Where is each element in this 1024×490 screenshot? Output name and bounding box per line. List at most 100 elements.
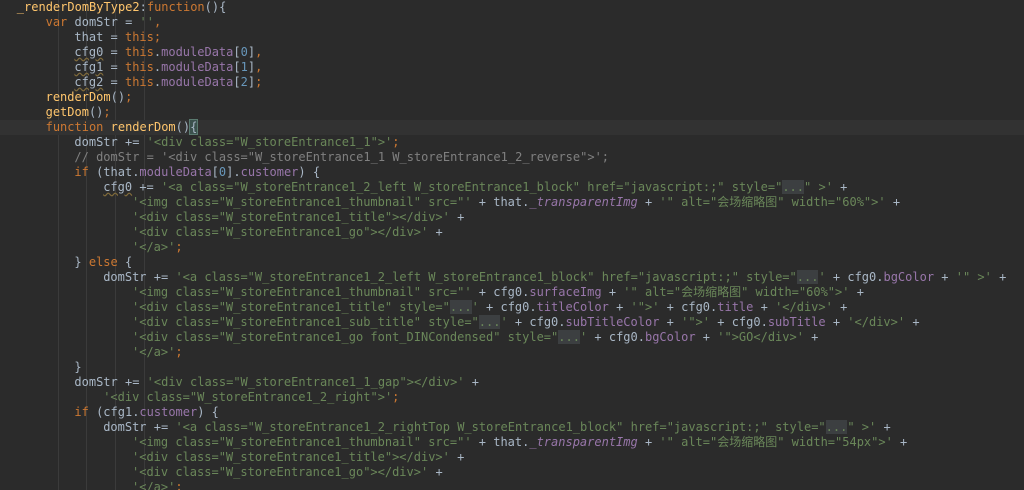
code-token: [ [211, 165, 219, 179]
code-line[interactable]: _renderDomByType2:function(){ [0, 0, 1024, 15]
code-token: + [934, 270, 956, 284]
code-line[interactable]: domStr += '<a class="W_storeEntrance1_2_… [0, 420, 1024, 435]
code-token: titleColor [536, 300, 609, 314]
code-token: function [146, 0, 205, 14]
code-token: '">' [630, 300, 660, 314]
code-token: += [132, 180, 161, 194]
code-line[interactable]: // domStr = '<div class="W_storeEntrance… [0, 150, 1024, 165]
code-line[interactable]: } [0, 360, 1024, 375]
code-token: bgColor [883, 270, 935, 284]
code-token: " >' [804, 180, 833, 194]
code-token: moduleData [161, 60, 234, 74]
code-token: '<img class="W_storeEntrance1_thumbnail"… [132, 285, 472, 299]
code-token: '</a>' [132, 240, 176, 254]
code-token: getDom [45, 105, 89, 119]
code-token: + [637, 435, 660, 449]
code-token: , [255, 45, 263, 59]
code-token: + [803, 330, 819, 344]
code-token: ; [175, 345, 183, 359]
code-token: + [991, 270, 1007, 284]
code-token: '<a class="W_storeEntrance1_2_rightTop W… [175, 420, 826, 434]
code-token: = [103, 75, 125, 89]
code-line[interactable]: '<img class="W_storeEntrance1_thumbnail"… [0, 195, 1024, 210]
code-token: '</a>' [132, 480, 176, 490]
code-line[interactable]: '<div class="W_storeEntrance1_title" sty… [0, 300, 1024, 315]
code-line[interactable]: if (cfg1.customer) { [0, 405, 1024, 420]
code-token: ; [103, 105, 111, 119]
code-token: '" alt="会场缩略图" width="54px">' [659, 435, 893, 449]
code-line[interactable]: cfg0 = this.moduleData[0], [0, 45, 1024, 60]
code-token: () [88, 105, 104, 119]
code-token: cfg0 [74, 45, 104, 59]
code-line[interactable]: '<div class="W_storeEntrance1_title"></d… [0, 210, 1024, 225]
code-token: if [74, 405, 89, 419]
code-line[interactable]: getDom(); [0, 105, 1024, 120]
code-token: domStr += [103, 420, 176, 434]
code-token: '<a class="W_storeEntrance1_2_left W_sto… [161, 180, 783, 194]
code-token: '<img class="W_storeEntrance1_thumbnail"… [132, 195, 472, 209]
code-line[interactable]: '<div class="W_storeEntrance1_go"></div>… [0, 465, 1024, 480]
code-token: '<div class="W_storeEntrance1_go"></div>… [132, 225, 429, 239]
code-line[interactable]: } else { [0, 255, 1024, 270]
code-token: '<div class="W_storeEntrance1_1">' [146, 135, 393, 149]
code-token: ] [247, 45, 256, 59]
code-token: '<div class="W_storeEntrance1_title" sty… [132, 300, 450, 314]
code-token: + [449, 450, 465, 464]
code-token: ' [818, 270, 826, 284]
code-token: '">' [681, 315, 711, 329]
code-token: (cfg1. [88, 405, 140, 419]
code-token: + [832, 180, 848, 194]
code-token: _transparentImg [529, 195, 638, 209]
code-line[interactable]: var domStr = '', [0, 15, 1024, 30]
code-token: _renderDomByType2 [16, 0, 140, 14]
code-token: '</div>' [847, 315, 906, 329]
code-line[interactable]: if (that.moduleData[0].customer) { [0, 165, 1024, 180]
code-token: var [45, 15, 68, 29]
code-token: renderDom [45, 90, 111, 104]
code-token: + [428, 225, 443, 239]
code-token: customer [139, 405, 198, 419]
code-token: cfg2 [74, 75, 104, 89]
code-line[interactable]: '<img class="W_storeEntrance1_thumbnail"… [0, 435, 1024, 450]
code-token: '<div class="W_storeEntrance1_1_gap"></d… [146, 375, 465, 389]
code-line[interactable]: '<div class="W_storeEntrance1_go"></div>… [0, 225, 1024, 240]
code-token: + [832, 300, 848, 314]
code-token: + that. [471, 195, 530, 209]
code-line[interactable]: domStr += '<div class="W_storeEntrance1_… [0, 135, 1024, 150]
code-line[interactable]: domStr += '<a class="W_storeEntrance1_2_… [0, 270, 1024, 285]
code-line[interactable]: '</a>'; [0, 480, 1024, 490]
code-token: if [74, 165, 89, 179]
code-token: domStr += [74, 135, 147, 149]
code-line[interactable]: '</a>'; [0, 345, 1024, 360]
code-line[interactable]: '<div class="W_storeEntrance1_sub_title"… [0, 315, 1024, 330]
code-token: ... [478, 315, 501, 329]
code-line[interactable]: '<div class="W_storeEntrance1_2_right">'… [0, 390, 1024, 405]
code-token: ; [175, 240, 183, 254]
code-token: + [659, 315, 682, 329]
code-line[interactable]: '</a>'; [0, 240, 1024, 255]
code-line[interactable]: that = this; [0, 30, 1024, 45]
code-line[interactable]: cfg1 = this.moduleData[1], [0, 60, 1024, 75]
code-token: '" alt="会场缩略图" width="60%">' [623, 285, 850, 299]
code-line[interactable]: '<div class="W_storeEntrance1_go font_DI… [0, 330, 1024, 345]
code-token: '<div class="W_storeEntrance1_sub_title"… [132, 315, 479, 329]
code-token: + [905, 315, 920, 329]
code-line[interactable]: '<div class="W_storeEntrance1_title"></d… [0, 450, 1024, 465]
code-token: function [45, 120, 104, 134]
code-token: that = [74, 30, 125, 44]
code-line-current[interactable]: function renderDom(){ [0, 119, 1024, 135]
code-line[interactable]: cfg2 = this.moduleData[2]; [0, 75, 1024, 90]
code-token: ; [175, 480, 183, 490]
code-token: moduleData [161, 45, 234, 59]
code-token: ]. [226, 165, 241, 179]
code-token: bgColor [644, 330, 696, 344]
code-line[interactable]: renderDom(); [0, 90, 1024, 105]
code-token: // domStr = '<div class="W_storeEntrance… [74, 150, 610, 164]
code-token: ; [255, 75, 263, 89]
code-line[interactable]: cfg0 += '<a class="W_storeEntrance1_2_le… [0, 180, 1024, 195]
code-line[interactable]: domStr += '<div class="W_storeEntrance1_… [0, 375, 1024, 390]
code-token: ; [392, 135, 400, 149]
code-line[interactable]: '<img class="W_storeEntrance1_thumbnail"… [0, 285, 1024, 300]
code-editor[interactable]: _renderDomByType2:function(){var domStr … [0, 0, 1024, 490]
